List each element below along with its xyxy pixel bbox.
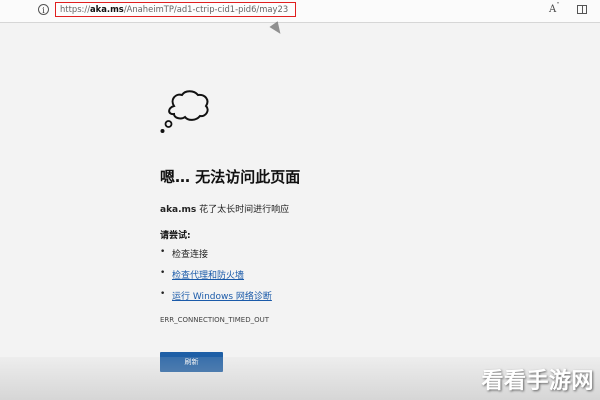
error-message: aka.ms 花了太长时间进行响应 <box>160 202 289 215</box>
try-title: 请尝试: <box>160 231 191 241</box>
address-bar[interactable]: https://aka.ms/AnaheimTP/ad1-ctrip-cid1-… <box>55 2 296 17</box>
mouse-cursor-icon <box>269 21 285 37</box>
thought-cloud-icon <box>160 90 209 133</box>
suggestion-proxy-firewall-link[interactable]: 检查代理和防火墙 <box>172 271 244 281</box>
error-description: 花了太长时间进行响应 <box>196 205 290 215</box>
error-domain: aka.ms <box>160 205 197 215</box>
list-item: 检查代理和防火墙 <box>160 268 272 289</box>
error-code: ERR_CONNECTION_TIMED_OUT <box>160 316 270 324</box>
suggestion-check-connection: 检查连接 <box>172 250 209 260</box>
page-title: 嗯… 无法访问此页面 <box>160 168 301 186</box>
url-scheme: https:// <box>60 4 91 14</box>
read-aloud-marks: ˇ <box>556 2 560 10</box>
read-aloud-icon[interactable]: Aˇ <box>549 2 562 16</box>
list-item: 检查连接 <box>160 247 272 268</box>
suggestion-network-diagnostics-link[interactable]: 运行 Windows 网络诊断 <box>172 292 272 302</box>
list-item: 运行 Windows 网络诊断 <box>160 289 272 310</box>
suggestion-list: 检查连接 检查代理和防火墙 运行 Windows 网络诊断 <box>160 247 272 310</box>
info-icon[interactable]: i <box>38 4 49 15</box>
url-path: /AnaheimTP/ad1-ctrip-cid1-pid6/may23 <box>123 4 289 14</box>
watermark: 看看手游网 <box>481 369 594 394</box>
browser-toolbar: i https://aka.ms/AnaheimTP/ad1-ctrip-cid… <box>0 0 600 23</box>
url-domain: aka.ms <box>90 4 124 14</box>
browser-window: i https://aka.ms/AnaheimTP/ad1-ctrip-cid… <box>0 0 600 400</box>
split-screen-icon[interactable] <box>577 5 587 14</box>
